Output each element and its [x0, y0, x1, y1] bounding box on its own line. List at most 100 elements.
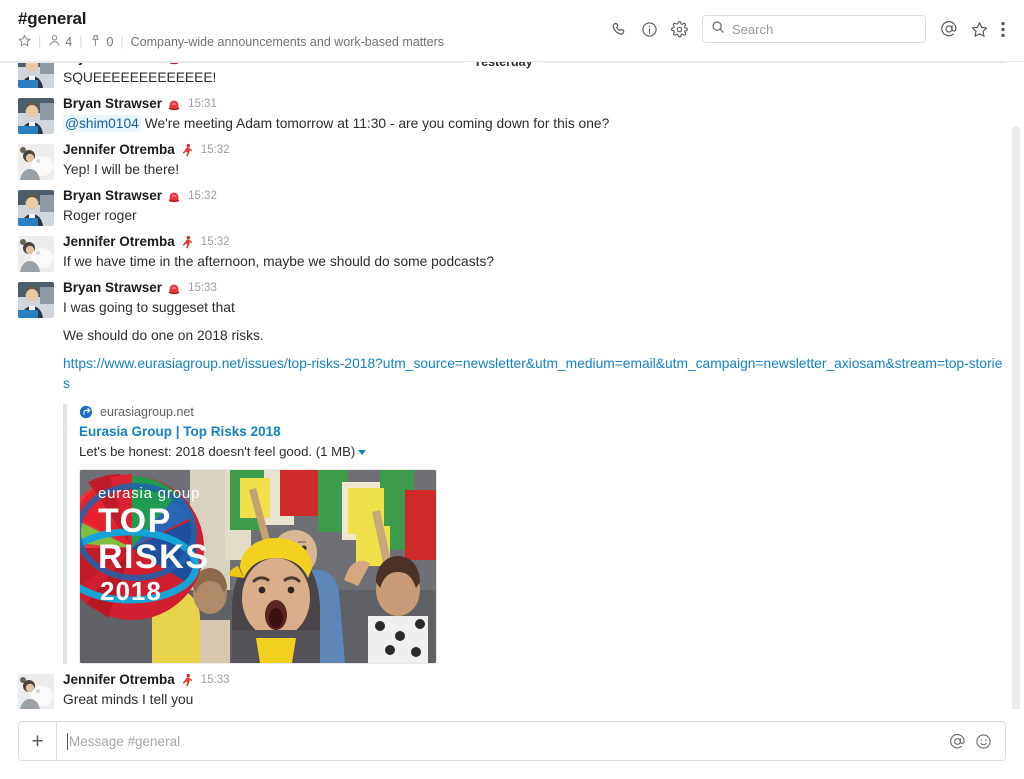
pin-icon[interactable]	[89, 34, 102, 51]
kebab-menu-icon[interactable]	[994, 14, 1012, 44]
plus-icon[interactable]: +	[19, 722, 57, 760]
scrollbar-thumb[interactable]	[1012, 126, 1020, 709]
at-mention-icon[interactable]	[934, 14, 964, 44]
message-body: Bryan Strawser 15:32 Roger roger	[63, 188, 1006, 226]
message-nameline: Jennifer Otremba 15:33	[63, 672, 1006, 688]
avatar[interactable]	[18, 674, 54, 709]
search-input[interactable]: Search	[702, 15, 926, 43]
message-nameline: Bryan Strawser 15:32	[63, 188, 1006, 204]
pins-count[interactable]: 0	[106, 35, 113, 50]
starred-items-icon[interactable]	[964, 14, 994, 44]
message-row: Jennifer Otremba 15:32 Yep! I will be th…	[0, 137, 1006, 183]
message-row: Jennifer Otremba 15:33 Great minds I tel…	[0, 667, 1006, 709]
message-timestamp[interactable]: 15:32	[201, 234, 230, 250]
link-preview-attachment: eurasiagroup.net Eurasia Group | Top Ris…	[63, 404, 1006, 664]
at-mention-icon[interactable]	[947, 731, 967, 751]
dancer-emoji	[180, 143, 194, 157]
message-text: Yep! I will be there!	[63, 162, 180, 177]
svg-text:2018: 2018	[100, 576, 162, 606]
message-author[interactable]: Bryan Strawser	[63, 280, 162, 296]
rotating-light-emoji	[167, 62, 181, 65]
page-title: #general	[18, 9, 87, 28]
gear-icon[interactable]	[664, 14, 694, 44]
message-timestamp[interactable]: 15:33	[201, 672, 230, 688]
shared-url-link[interactable]: https://www.eurasiagroup.net/issues/top-…	[63, 356, 1002, 391]
message-nameline: Bryan Strawser 13:36	[63, 62, 1006, 66]
message-nameline: Jennifer Otremba 15:32	[63, 234, 1006, 250]
message-author[interactable]: Jennifer Otremba	[63, 142, 175, 158]
search-icon	[711, 20, 725, 39]
channel-topic[interactable]: Company-wide announcements and work-base…	[131, 35, 444, 50]
message-text: If we have time in the afternoon, maybe …	[63, 254, 495, 269]
avatar[interactable]	[18, 62, 54, 88]
message-body: Jennifer Otremba 15:32 If we have time i…	[63, 234, 1006, 272]
message-input-placeholder: Message #general	[69, 733, 181, 749]
channel-meta: | 4 | 0 | Company-wide announcements and…	[18, 34, 444, 51]
avatar[interactable]	[18, 236, 54, 272]
message-composer: + Message #general	[0, 709, 1024, 779]
smiley-icon[interactable]	[973, 731, 993, 751]
dancer-emoji	[180, 235, 194, 249]
slack-window: #general | 4 | 0 | Company-wide announce…	[0, 0, 1024, 779]
message-row: Jennifer Otremba 15:32 If we have time i…	[0, 229, 1006, 275]
avatar[interactable]	[18, 282, 54, 318]
message-timestamp[interactable]: 15:31	[188, 96, 217, 112]
attachment-image-preview[interactable]: eurasia group TOP RISKS 2018	[79, 469, 437, 664]
channel-header-actions: Search	[604, 14, 1012, 44]
message-text: Roger roger	[63, 208, 137, 223]
message-row: Bryan Strawser 13:36 SQUEEEEEEEEEEEEE!	[0, 62, 1006, 91]
link-preview-icon	[79, 405, 93, 419]
message-author[interactable]: Jennifer Otremba	[63, 672, 175, 688]
message-input[interactable]: Message #general	[57, 722, 947, 760]
message-author[interactable]: Bryan Strawser	[63, 96, 162, 112]
message-row: Bryan Strawser 15:33 I was going to sugg…	[0, 275, 1006, 667]
attachment-description-row: Let's be honest: 2018 doesn't feel good.…	[79, 443, 1006, 461]
svg-text:eurasia group: eurasia group	[98, 485, 200, 502]
message-text-content: We're meeting Adam tomorrow at 11:30 - a…	[144, 116, 610, 131]
info-circle-icon[interactable]	[634, 14, 664, 44]
message-author[interactable]: Bryan Strawser	[63, 188, 162, 204]
rotating-light-emoji	[167, 281, 181, 295]
message-timestamp[interactable]: 15:33	[188, 280, 217, 296]
star-outline-icon[interactable]	[18, 34, 31, 51]
meta-separator-1: |	[38, 35, 42, 49]
message-list[interactable]: Bryan Strawser 13:36 SQUEEEEEEEEEEEEE!	[0, 62, 1024, 709]
text-caret	[67, 732, 68, 750]
svg-text:RISKS: RISKS	[98, 538, 209, 576]
channel-header: #general | 4 | 0 | Company-wide announce…	[0, 0, 1024, 62]
message-row: Bryan Strawser 15:31 @shim0104 We're mee…	[0, 91, 1006, 137]
meta-separator-3: |	[120, 35, 124, 49]
message-body: Bryan Strawser 13:36 SQUEEEEEEEEEEEEE!	[63, 62, 1006, 88]
avatar[interactable]	[18, 98, 54, 134]
search-placeholder: Search	[732, 21, 774, 37]
message-author[interactable]: Jennifer Otremba	[63, 234, 175, 250]
message-row: Bryan Strawser 15:32 Roger roger	[0, 183, 1006, 229]
message-text: We should do one on 2018 risks.	[63, 328, 264, 343]
person-icon[interactable]	[48, 34, 61, 51]
rotating-light-emoji	[167, 189, 181, 203]
meta-separator-2: |	[79, 35, 83, 49]
avatar[interactable]	[18, 190, 54, 226]
scrollbar-track[interactable]	[1012, 122, 1020, 709]
message-text: Great minds I tell you	[63, 692, 194, 707]
members-count[interactable]: 4	[65, 35, 72, 50]
message-text: SQUEEEEEEEEEEEEE!	[63, 70, 217, 85]
attachment-source: eurasiagroup.net	[79, 404, 1006, 420]
avatar[interactable]	[18, 144, 54, 180]
composer-box: + Message #general	[18, 721, 1006, 761]
message-author[interactable]: Bryan Strawser	[63, 62, 162, 66]
attachment-title[interactable]: Eurasia Group | Top Risks 2018	[79, 423, 1006, 441]
svg-text:TOP: TOP	[98, 502, 172, 540]
message-timestamp[interactable]: 15:32	[188, 188, 217, 204]
message-body: Bryan Strawser 15:31 @shim0104 We're mee…	[63, 96, 1006, 134]
message-timestamp[interactable]: 15:32	[201, 142, 230, 158]
message-timestamp[interactable]: 13:36	[188, 62, 217, 66]
message-body: Jennifer Otremba 15:32 Yep! I will be th…	[63, 142, 1006, 180]
user-mention[interactable]: @shim0104	[63, 115, 141, 132]
message-body: Jennifer Otremba 15:33 Great minds I tel…	[63, 672, 1006, 709]
phone-icon[interactable]	[604, 14, 634, 44]
collapse-caret-icon[interactable]	[358, 450, 367, 455]
message-nameline: Bryan Strawser 15:33	[63, 280, 1006, 296]
attachment-source-name: eurasiagroup.net	[100, 405, 194, 419]
message-nameline: Jennifer Otremba 15:32	[63, 142, 1006, 158]
